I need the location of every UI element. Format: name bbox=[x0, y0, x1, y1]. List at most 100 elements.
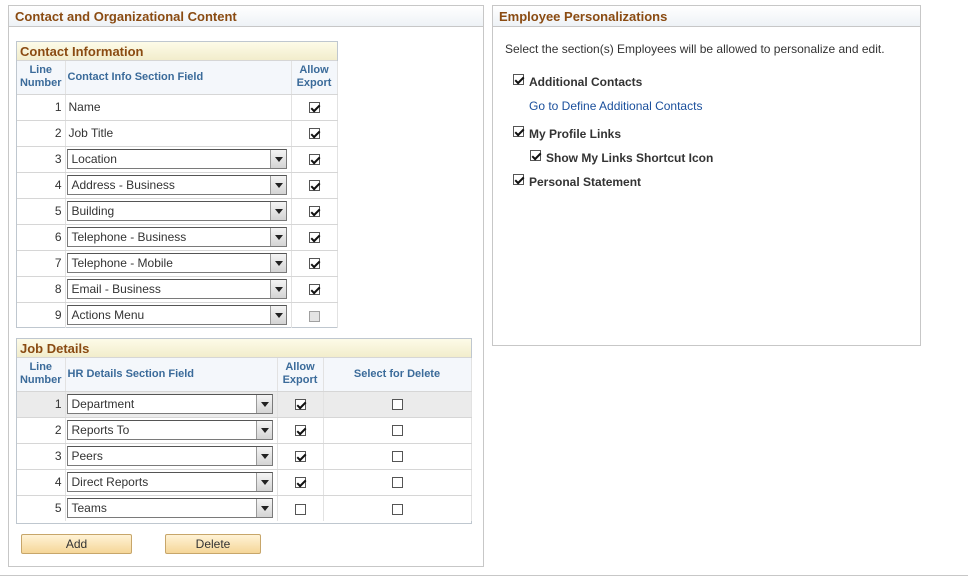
field-select[interactable]: Direct Reports bbox=[66, 472, 273, 492]
job-details-grid: Job Details Line Number HR Details Secti… bbox=[16, 338, 472, 524]
allow-export-checkbox[interactable] bbox=[294, 451, 306, 463]
table-row: 7 Telephone - Mobile bbox=[17, 250, 338, 277]
allow-export-checkbox[interactable] bbox=[308, 206, 320, 218]
export-cell bbox=[291, 276, 338, 303]
allow-export-checkbox[interactable] bbox=[294, 477, 306, 489]
line-number: 1 bbox=[17, 94, 66, 121]
field-select[interactable]: Telephone - Business bbox=[66, 227, 287, 247]
table-row: 5 Teams bbox=[17, 495, 472, 521]
export-cell bbox=[277, 495, 324, 521]
export-cell bbox=[291, 172, 338, 199]
allow-export-checkbox[interactable] bbox=[308, 154, 320, 166]
chevron-down-icon[interactable] bbox=[255, 395, 272, 413]
select-delete-checkbox[interactable] bbox=[391, 399, 403, 411]
chevron-down-icon[interactable] bbox=[269, 228, 286, 246]
delete-cell bbox=[323, 391, 472, 418]
line-number: 2 bbox=[17, 417, 66, 444]
chevron-down-icon[interactable] bbox=[269, 254, 286, 272]
field-select[interactable]: Reports To bbox=[66, 420, 273, 440]
field-select-value: Peers bbox=[71, 449, 103, 463]
field-cell: Building bbox=[65, 198, 292, 225]
allow-export-checkbox[interactable] bbox=[308, 102, 320, 114]
personal-statement-label: Personal Statement bbox=[529, 175, 642, 189]
field-select[interactable]: Actions Menu bbox=[66, 305, 287, 326]
table-row: 4 Address - Business bbox=[17, 172, 338, 199]
chevron-down-icon[interactable] bbox=[269, 306, 286, 325]
chevron-down-icon[interactable] bbox=[255, 421, 272, 439]
export-cell bbox=[291, 146, 338, 173]
chevron-down-icon[interactable] bbox=[269, 176, 286, 194]
additional-contacts-checkbox[interactable] bbox=[513, 74, 524, 85]
chevron-down-icon[interactable] bbox=[255, 499, 272, 518]
my-profile-links-label: My Profile Links bbox=[529, 127, 622, 141]
export-cell bbox=[291, 250, 338, 277]
allow-export-checkbox[interactable] bbox=[308, 258, 320, 270]
shortcut-icon-checkbox[interactable] bbox=[530, 150, 541, 161]
export-cell bbox=[277, 469, 324, 496]
field-select[interactable]: Building bbox=[66, 201, 287, 221]
field-cell: Telephone - Mobile bbox=[65, 250, 292, 277]
col-hr-field: HR Details Section Field bbox=[65, 358, 278, 392]
select-delete-checkbox[interactable] bbox=[391, 477, 403, 489]
line-number: 3 bbox=[17, 146, 66, 173]
col-line-number: Line Number bbox=[17, 358, 66, 392]
field-select[interactable]: Telephone - Mobile bbox=[66, 253, 287, 273]
select-delete-checkbox[interactable] bbox=[391, 503, 403, 515]
field-select[interactable]: Address - Business bbox=[66, 175, 287, 195]
table-row: 5 Building bbox=[17, 198, 338, 225]
field-select[interactable]: Department bbox=[66, 394, 273, 414]
define-additional-contacts-link[interactable]: Go to Define Additional Contacts bbox=[529, 99, 702, 113]
field-select[interactable]: Peers bbox=[66, 446, 273, 466]
line-number: 4 bbox=[17, 469, 66, 496]
chevron-down-icon[interactable] bbox=[255, 447, 272, 465]
select-delete-checkbox[interactable] bbox=[391, 451, 403, 463]
col-allow-export: Allow Export bbox=[277, 358, 324, 392]
allow-export-checkbox[interactable] bbox=[308, 180, 320, 192]
allow-export-checkbox[interactable] bbox=[308, 232, 320, 244]
table-row: 3 Peers bbox=[17, 443, 472, 470]
delete-cell bbox=[323, 495, 472, 521]
allow-export-checkbox[interactable] bbox=[294, 425, 306, 437]
additional-contacts-label: Additional Contacts bbox=[529, 75, 643, 89]
delete-cell bbox=[323, 469, 472, 496]
chevron-down-icon[interactable] bbox=[269, 150, 286, 168]
allow-export-checkbox[interactable] bbox=[308, 284, 320, 296]
field-cell: Location bbox=[65, 146, 292, 173]
chevron-down-icon[interactable] bbox=[269, 202, 286, 220]
field-cell: Name bbox=[65, 94, 292, 121]
add-button[interactable]: Add bbox=[21, 534, 132, 554]
table-row: 6 Telephone - Business bbox=[17, 224, 338, 251]
field-select-value: Address - Business bbox=[71, 178, 175, 192]
personal-statement-checkbox[interactable] bbox=[513, 174, 524, 185]
delete-button[interactable]: Delete bbox=[165, 534, 261, 554]
contact-info-table: Line Number Contact Info Section Field A… bbox=[17, 61, 338, 328]
field-select-value: Reports To bbox=[71, 423, 130, 437]
field-cell: Teams bbox=[65, 495, 278, 521]
select-delete-checkbox[interactable] bbox=[391, 425, 403, 437]
table-row: 8 Email - Business bbox=[17, 276, 338, 303]
allow-export-checkbox[interactable] bbox=[308, 128, 320, 140]
personalizations-instructions: Select the section(s) Employees will be … bbox=[505, 42, 885, 56]
table-row: 3 Location bbox=[17, 146, 338, 173]
field-cell: Job Title bbox=[65, 120, 292, 147]
line-number: 7 bbox=[17, 250, 66, 277]
export-cell bbox=[277, 391, 324, 418]
allow-export-checkbox[interactable] bbox=[294, 399, 306, 411]
line-number: 3 bbox=[17, 443, 66, 470]
field-select-value: Department bbox=[71, 397, 135, 411]
field-select[interactable]: Location bbox=[66, 149, 287, 169]
my-profile-links-checkbox[interactable] bbox=[513, 126, 524, 137]
export-cell bbox=[291, 198, 338, 225]
field-cell: Email - Business bbox=[65, 276, 292, 303]
field-select-value: Telephone - Business bbox=[71, 230, 187, 244]
allow-export-checkbox[interactable] bbox=[294, 503, 306, 515]
chevron-down-icon[interactable] bbox=[255, 473, 272, 491]
field-select[interactable]: Teams bbox=[66, 498, 273, 519]
field-select[interactable]: Email - Business bbox=[66, 279, 287, 299]
field-select-value: Email - Business bbox=[71, 282, 161, 296]
field-select-value: Building bbox=[71, 204, 115, 218]
export-cell bbox=[291, 224, 338, 251]
field-cell: Department bbox=[65, 391, 278, 418]
chevron-down-icon[interactable] bbox=[269, 280, 286, 298]
field-select-value: Telephone - Mobile bbox=[71, 256, 173, 270]
